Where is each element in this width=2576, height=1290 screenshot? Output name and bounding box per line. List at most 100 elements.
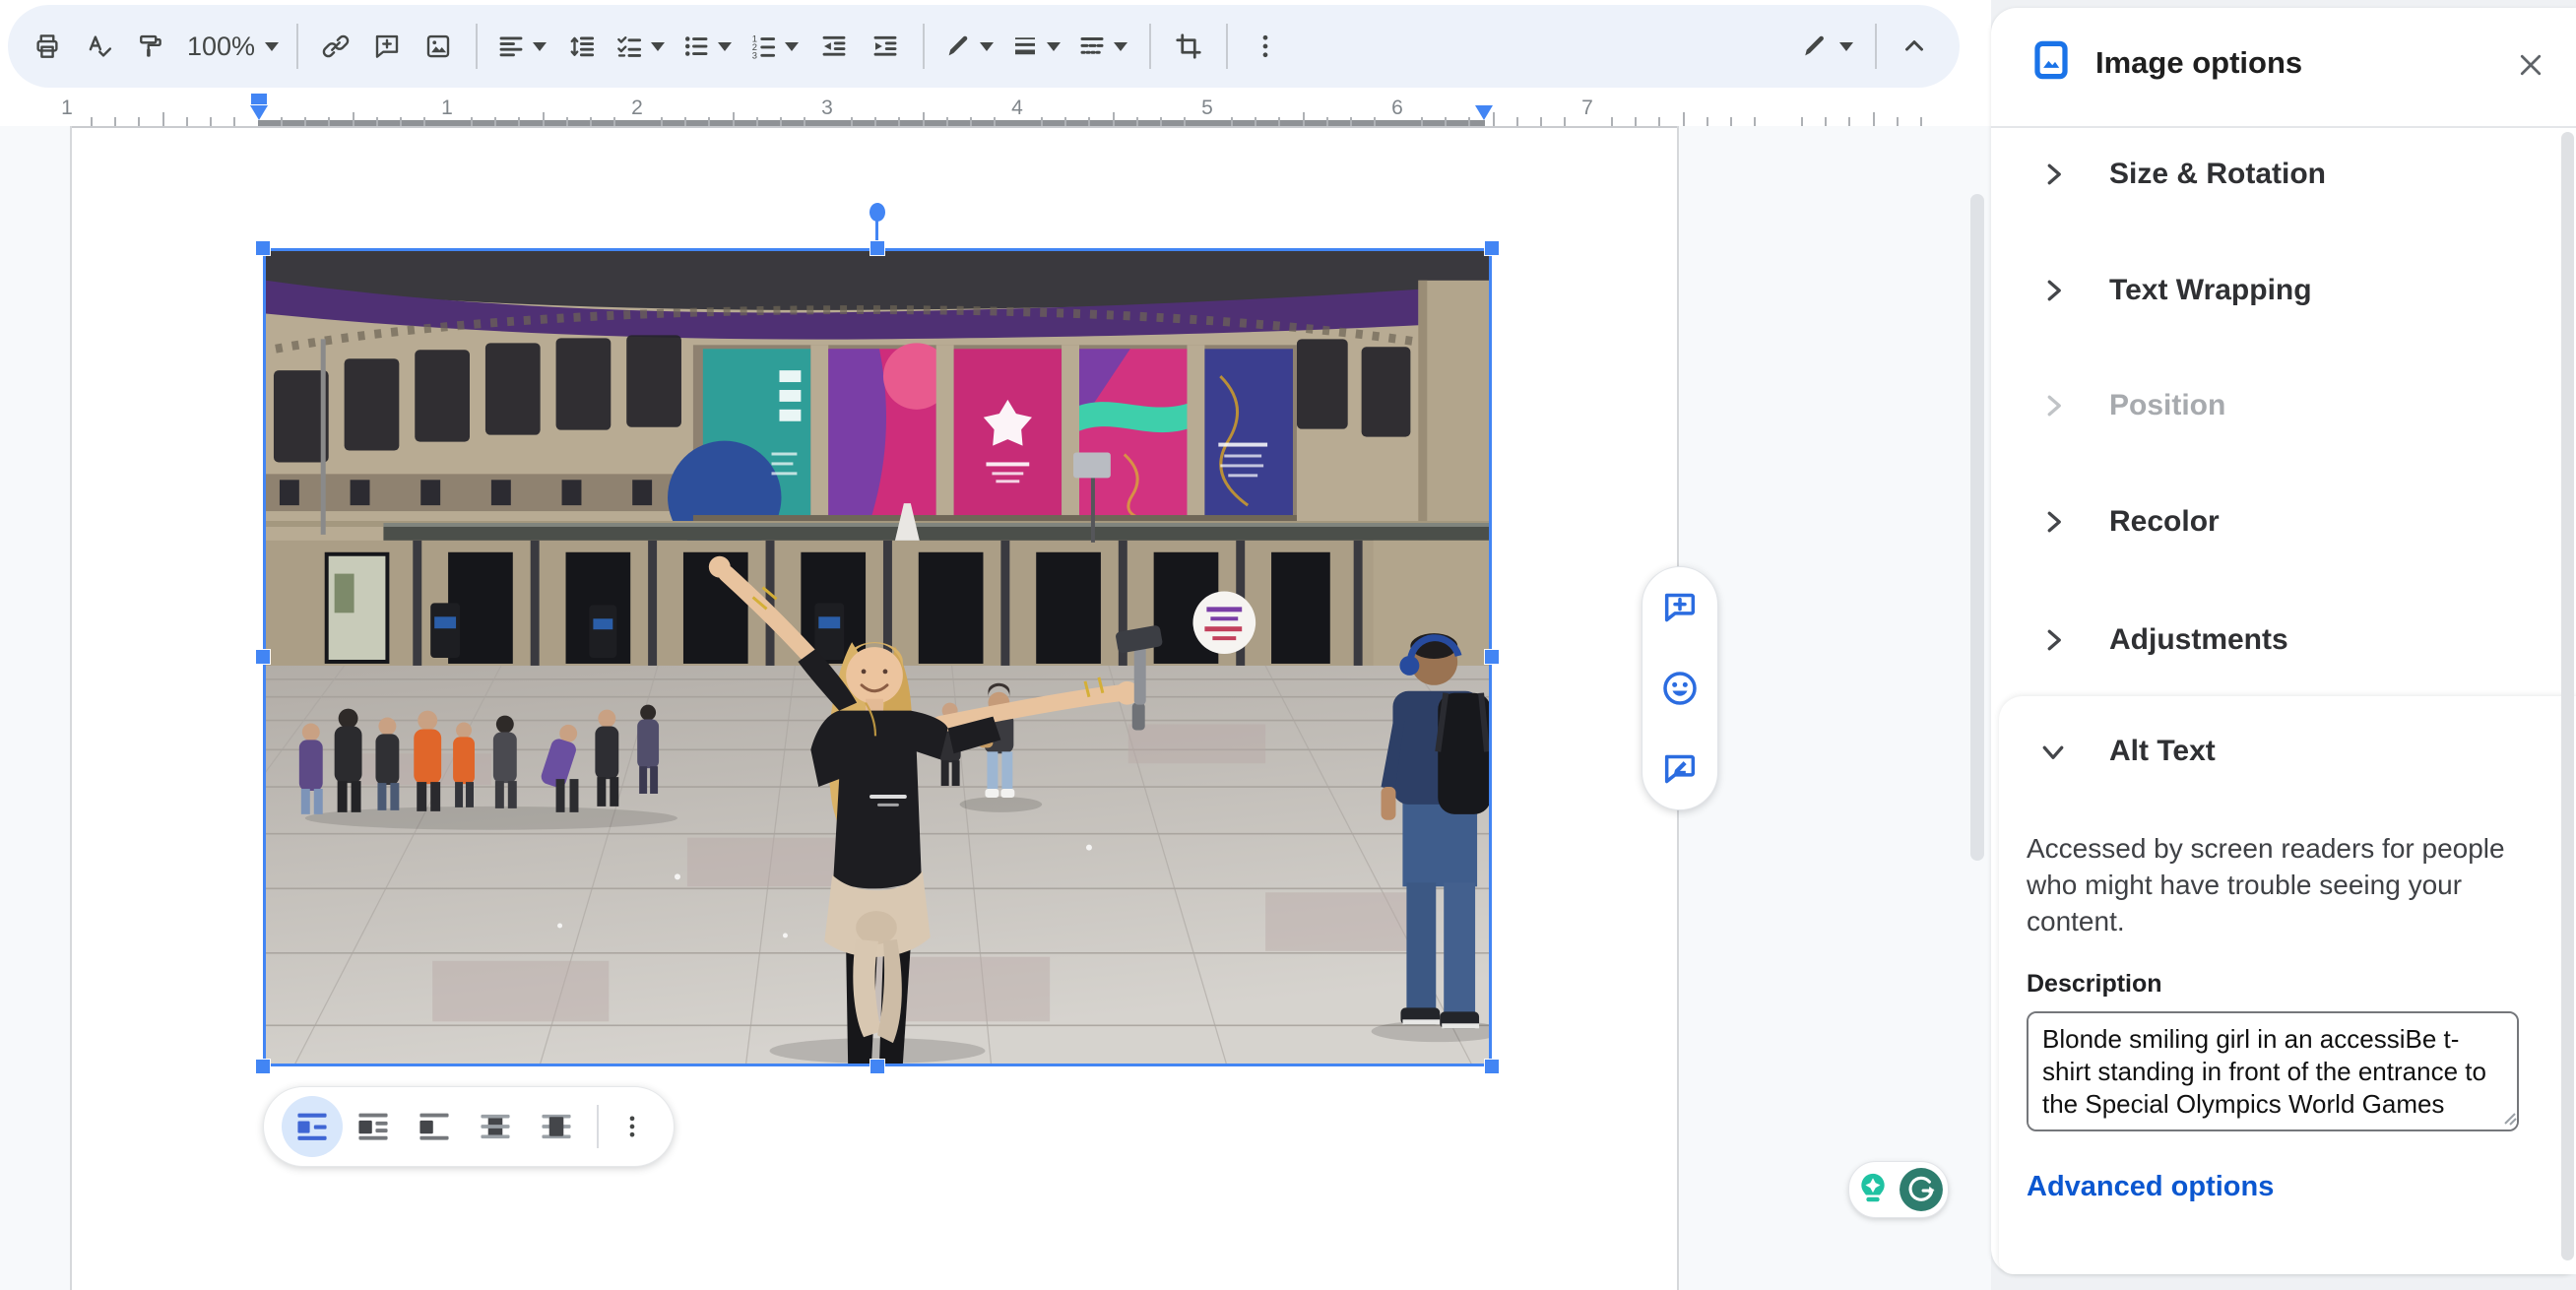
section-alt-text[interactable]: Alt Text	[1991, 724, 2543, 779]
ruler-tick	[1539, 117, 1542, 126]
ruler-tick	[185, 117, 188, 126]
ruler-tick	[898, 117, 901, 126]
ruler-tick	[1848, 117, 1851, 126]
ruler-tick	[1183, 117, 1186, 126]
toolbar-divider	[923, 24, 926, 69]
crop-image-icon[interactable]	[1163, 17, 1214, 76]
border-weight-icon[interactable]	[1003, 17, 1047, 76]
align-icon[interactable]	[489, 17, 533, 76]
section-size-rotation[interactable]: Size & Rotation	[1991, 147, 2543, 202]
decrease-indent-icon[interactable]	[808, 17, 860, 76]
selected-document-image[interactable]	[263, 248, 1492, 1066]
increase-indent-icon[interactable]	[860, 17, 911, 76]
break-text-button[interactable]	[404, 1096, 465, 1157]
border-color-icon[interactable]	[936, 17, 980, 76]
suggest-edits-icon[interactable]	[1657, 746, 1703, 792]
right-indent-marker[interactable]	[1475, 105, 1493, 120]
section-recolor[interactable]: Recolor	[1991, 494, 2543, 549]
section-text-wrapping[interactable]: Text Wrapping	[1991, 263, 2543, 318]
ruler-number: 1	[441, 97, 453, 119]
close-icon[interactable]	[2511, 45, 2550, 85]
hide-menus-icon[interactable]	[1889, 17, 1940, 76]
section-label: Alt Text	[2109, 735, 2216, 767]
more-options-icon[interactable]	[1240, 17, 1291, 76]
main-toolbar: 100% 123	[8, 5, 1960, 88]
chevron-down-icon[interactable]	[1839, 41, 1853, 51]
editing-mode-icon[interactable]	[1788, 17, 1839, 76]
resize-handle-top-right[interactable]	[1485, 241, 1499, 255]
resize-handle-bottom-center[interactable]	[870, 1060, 884, 1073]
advanced-options-link[interactable]: Advanced options	[2027, 1171, 2274, 1203]
ruler-number: 5	[1201, 97, 1213, 119]
zoom-select[interactable]: 100%	[175, 32, 285, 62]
spell-check-icon[interactable]	[73, 17, 124, 76]
ruler-tick	[1706, 117, 1708, 126]
resize-handle-top-center[interactable]	[870, 241, 884, 255]
chevron-down-icon[interactable]	[785, 41, 800, 51]
chevron-down-icon[interactable]	[718, 41, 733, 51]
section-adjustments[interactable]: Adjustments	[1991, 613, 2543, 668]
in-front-of-text-button[interactable]	[526, 1096, 587, 1157]
left-indent-marker[interactable]	[250, 105, 268, 120]
numbered-list-icon[interactable]: 123	[741, 17, 785, 76]
line-spacing-icon[interactable]	[556, 17, 608, 76]
ruler-tick	[755, 117, 758, 126]
resize-handle-middle-right[interactable]	[1485, 650, 1499, 664]
ruler-number: 4	[1011, 97, 1023, 119]
chevron-down-icon[interactable]	[980, 41, 995, 51]
chevron-down-icon[interactable]	[1047, 41, 1062, 51]
bulleted-list-icon[interactable]	[675, 17, 718, 76]
resize-handle-middle-left[interactable]	[256, 650, 270, 664]
behind-text-button[interactable]	[465, 1096, 526, 1157]
border-dash-icon[interactable]	[1070, 17, 1114, 76]
checklist-icon[interactable]	[608, 17, 651, 76]
wrap-text-button[interactable]	[343, 1096, 404, 1157]
ruler-tick	[138, 117, 141, 126]
insert-image-icon[interactable]	[413, 17, 464, 76]
print-icon[interactable]	[22, 17, 73, 76]
add-emoji-reaction-icon[interactable]	[1657, 666, 1703, 711]
ruler-tick	[708, 117, 711, 126]
section-label: Recolor	[2109, 505, 2220, 538]
ruler-tick	[1231, 117, 1234, 126]
wrap-in-line-button[interactable]	[282, 1096, 343, 1157]
chevron-right-icon	[2047, 163, 2061, 185]
add-comment-margin-icon[interactable]	[1657, 585, 1703, 630]
ruler-tick	[1302, 112, 1305, 126]
image-more-options-icon[interactable]	[609, 1096, 656, 1157]
ruler-number: 3	[821, 97, 833, 119]
ruler-tick	[993, 117, 996, 126]
grammarly-widget[interactable]	[1848, 1161, 1949, 1218]
resize-handle-top-left[interactable]	[256, 241, 270, 255]
chevron-right-icon	[2047, 629, 2061, 651]
helper-line: content.	[2027, 906, 2125, 936]
document-scrollbar[interactable]	[1970, 194, 1984, 861]
first-line-indent-marker[interactable]	[251, 94, 267, 104]
rotation-handle[interactable]	[869, 203, 885, 222]
resize-handle-bottom-left[interactable]	[256, 1060, 270, 1073]
ruler-tick	[922, 112, 925, 126]
ruler-tick	[1919, 117, 1922, 126]
ruler-tick	[1729, 117, 1732, 126]
description-textarea[interactable]: Blonde smiling girl in an accessiBe t- s…	[2027, 1011, 2519, 1131]
panel-scrollbar[interactable]	[2561, 132, 2574, 1260]
paint-format-icon[interactable]	[124, 17, 175, 76]
resize-handle-bottom-right[interactable]	[1485, 1060, 1499, 1073]
chevron-down-icon[interactable]	[651, 41, 666, 51]
insert-link-icon[interactable]	[310, 17, 361, 76]
zoom-value: 100%	[187, 31, 256, 61]
grammarly-logo-icon	[1900, 1168, 1943, 1211]
ruler-tick	[328, 117, 331, 126]
chevron-down-icon[interactable]	[1114, 41, 1128, 51]
ruler-tick	[422, 117, 425, 126]
section-label: Size & Rotation	[2109, 158, 2327, 190]
ruler-tick	[1682, 112, 1685, 126]
ruler-tick	[1445, 117, 1448, 126]
chevron-down-icon[interactable]	[533, 41, 547, 51]
ruler-tick	[494, 117, 497, 126]
ruler-tick	[612, 117, 615, 126]
ruler-tick	[565, 117, 568, 126]
ruler-number: 7	[1581, 97, 1593, 119]
add-comment-icon[interactable]	[361, 17, 413, 76]
ruler-tick	[661, 117, 664, 126]
